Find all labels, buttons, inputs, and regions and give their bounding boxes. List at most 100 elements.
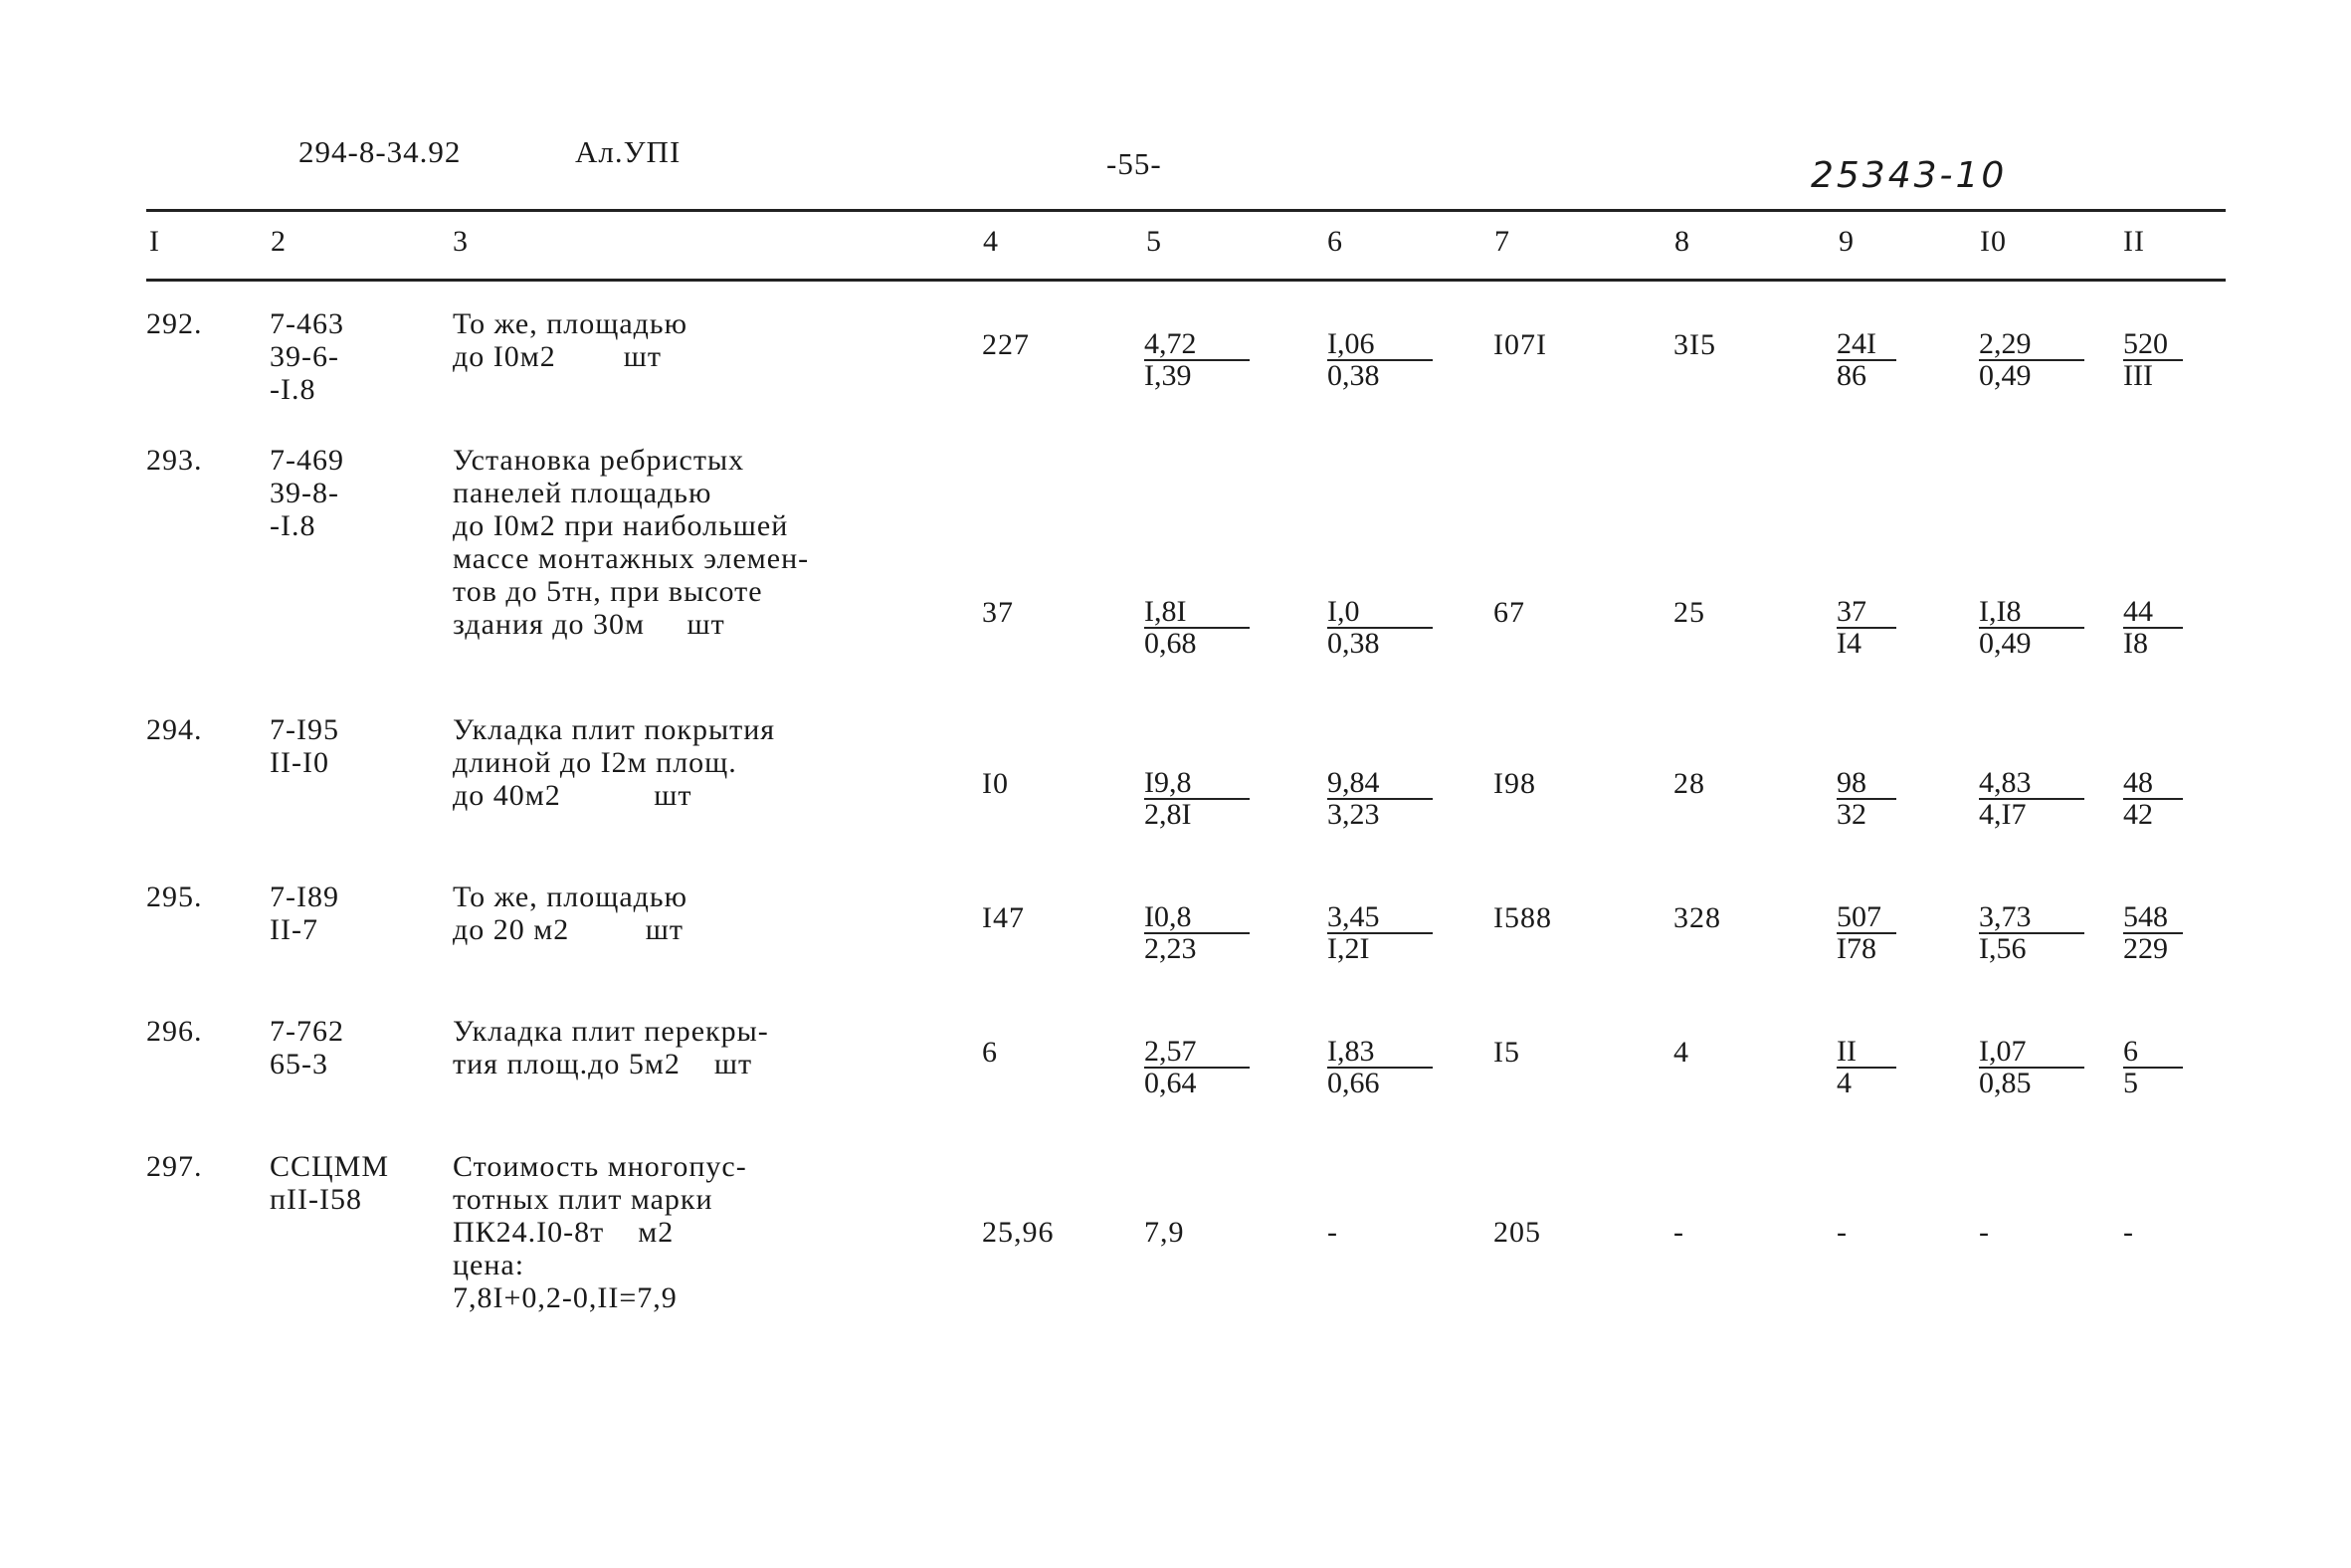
value-col-7: I07I xyxy=(1493,328,1547,361)
fraction-value-col-10: 2,29 0,49 xyxy=(1979,328,2084,392)
fraction-value-col-5: 4,72 I,39 xyxy=(1144,328,1250,392)
fraction-numerator: 48 xyxy=(2123,766,2153,799)
fraction-numerator: 548 xyxy=(2123,900,2168,933)
fraction-value-col-9: 98 32 xyxy=(1837,767,1896,831)
document-code: 294-8-34.92 xyxy=(298,134,462,169)
column-header-8: 8 xyxy=(1674,225,1690,258)
fraction-value-col-11: 548 229 xyxy=(2123,901,2183,965)
description-line: до I0м2 шт xyxy=(453,340,662,373)
norm-code-line: -I.8 xyxy=(270,373,316,406)
fraction-numerator: 6 xyxy=(2123,1035,2138,1068)
handwritten-reference: 25343-10 xyxy=(1811,155,2008,196)
column-header-6: 6 xyxy=(1327,225,1343,258)
norm-code-line: 39-8- xyxy=(270,477,339,509)
description-line: тов до 5тн, при высоте xyxy=(453,575,763,608)
fraction-denominator: I78 xyxy=(1837,932,1876,965)
fraction-denominator: I,39 xyxy=(1144,359,1192,392)
norm-code-line: 39-6- xyxy=(270,340,339,373)
description-line: до 20 м2 шт xyxy=(453,913,684,946)
value-col-8: - xyxy=(1673,1216,1684,1249)
value-col-11: - xyxy=(2123,1216,2134,1249)
value-col-4: I47 xyxy=(982,901,1025,934)
fraction-denominator: I,2I xyxy=(1327,932,1370,965)
description-line: ПК24.I0-8т м2 xyxy=(453,1216,675,1249)
value-col-5: 7,9 xyxy=(1144,1216,1185,1249)
description-line: панелей площадью xyxy=(453,477,712,509)
fraction-denominator: III xyxy=(2123,359,2153,392)
fraction-numerator: I0,8 xyxy=(1144,900,1192,933)
fraction-value-col-9: II 4 xyxy=(1837,1036,1896,1099)
value-col-7: 67 xyxy=(1493,596,1525,629)
value-col-6: - xyxy=(1327,1216,1338,1249)
fraction-numerator: I,06 xyxy=(1327,327,1375,360)
fraction-value-col-9: 37 I4 xyxy=(1837,596,1896,660)
fraction-value-col-6: I,06 0,38 xyxy=(1327,328,1433,392)
page-number: -55- xyxy=(1106,146,1162,181)
fraction-denominator: I8 xyxy=(2123,627,2148,660)
column-header-5: 5 xyxy=(1146,225,1162,258)
fraction-denominator: I,56 xyxy=(1979,932,2027,965)
column-header-10: I0 xyxy=(1980,225,2007,258)
description-line: Укладка плит перекры- xyxy=(453,1015,769,1048)
value-col-8: 3I5 xyxy=(1673,328,1716,361)
fraction-value-col-5: I0,8 2,23 xyxy=(1144,901,1250,965)
fraction-denominator: 4,I7 xyxy=(1979,798,2027,831)
fraction-numerator: I,83 xyxy=(1327,1035,1375,1068)
value-col-8: 25 xyxy=(1673,596,1705,629)
column-header-2: 2 xyxy=(271,225,287,258)
fraction-numerator: 3,45 xyxy=(1327,900,1380,933)
norm-code-line: 65-3 xyxy=(270,1048,328,1080)
norm-code-line: 7-762 xyxy=(270,1015,344,1048)
norm-code-line: ССЦММ xyxy=(270,1150,390,1183)
value-col-10: - xyxy=(1979,1216,1990,1249)
norm-code-line: 7-I95 xyxy=(270,713,339,746)
value-col-8: 4 xyxy=(1673,1036,1689,1069)
norm-code-line: 7-I89 xyxy=(270,881,339,913)
fraction-value-col-6: I,0 0,38 xyxy=(1327,596,1433,660)
description-line: цена: xyxy=(453,1249,525,1281)
fraction-numerator: I,0 xyxy=(1327,595,1360,628)
value-col-7: I588 xyxy=(1493,901,1552,934)
row-number: 294. xyxy=(146,713,203,746)
description-line: тотных плит марки xyxy=(453,1183,713,1216)
description-line: до 40м2 шт xyxy=(453,779,692,812)
fraction-numerator: 98 xyxy=(1837,766,1866,799)
fraction-denominator: 0,49 xyxy=(1979,359,2032,392)
fraction-denominator: 2,23 xyxy=(1144,932,1197,965)
value-col-4: 6 xyxy=(982,1036,998,1069)
fraction-denominator: 3,23 xyxy=(1327,798,1380,831)
description-line: массе монтажных элемен- xyxy=(453,542,810,575)
fraction-value-col-9: 507 I78 xyxy=(1837,901,1896,965)
norm-code-line: -I.8 xyxy=(270,509,316,542)
description-line: длиной до I2м площ. xyxy=(453,746,737,779)
table-header-rule xyxy=(146,279,2226,282)
row-number: 295. xyxy=(146,881,203,913)
fraction-numerator: 44 xyxy=(2123,595,2153,628)
fraction-value-col-11: 48 42 xyxy=(2123,767,2183,831)
fraction-denominator: 0,38 xyxy=(1327,359,1380,392)
fraction-value-col-11: 65 xyxy=(2123,1036,2183,1099)
fraction-denominator: I4 xyxy=(1837,627,1861,660)
fraction-numerator: 507 xyxy=(1837,900,1881,933)
fraction-denominator: 0,38 xyxy=(1327,627,1380,660)
fraction-numerator: 37 xyxy=(1837,595,1866,628)
value-col-4: 37 xyxy=(982,596,1014,629)
norm-code-line: 7-469 xyxy=(270,444,344,477)
fraction-numerator: 2,29 xyxy=(1979,327,2032,360)
column-header-1: I xyxy=(149,225,160,258)
value-col-8: 328 xyxy=(1673,901,1721,934)
norm-code-line: пII-I58 xyxy=(270,1183,363,1216)
value-col-4: 25,96 xyxy=(982,1216,1055,1249)
value-col-4: 227 xyxy=(982,328,1030,361)
value-col-4: I0 xyxy=(982,767,1009,800)
fraction-numerator: 2,57 xyxy=(1144,1035,1197,1068)
fraction-value-col-6: 9,84 3,23 xyxy=(1327,767,1433,831)
fraction-value-col-11: 520 III xyxy=(2123,328,2183,392)
fraction-value-col-11: 44 I8 xyxy=(2123,596,2183,660)
description-line: Стоимость многопус- xyxy=(453,1150,747,1183)
description-line: Укладка плит покрытия xyxy=(453,713,776,746)
fraction-denominator: 32 xyxy=(1837,798,1866,831)
description-line: до I0м2 при наибольшей xyxy=(453,509,789,542)
value-col-8: 28 xyxy=(1673,767,1705,800)
row-number: 292. xyxy=(146,307,203,340)
